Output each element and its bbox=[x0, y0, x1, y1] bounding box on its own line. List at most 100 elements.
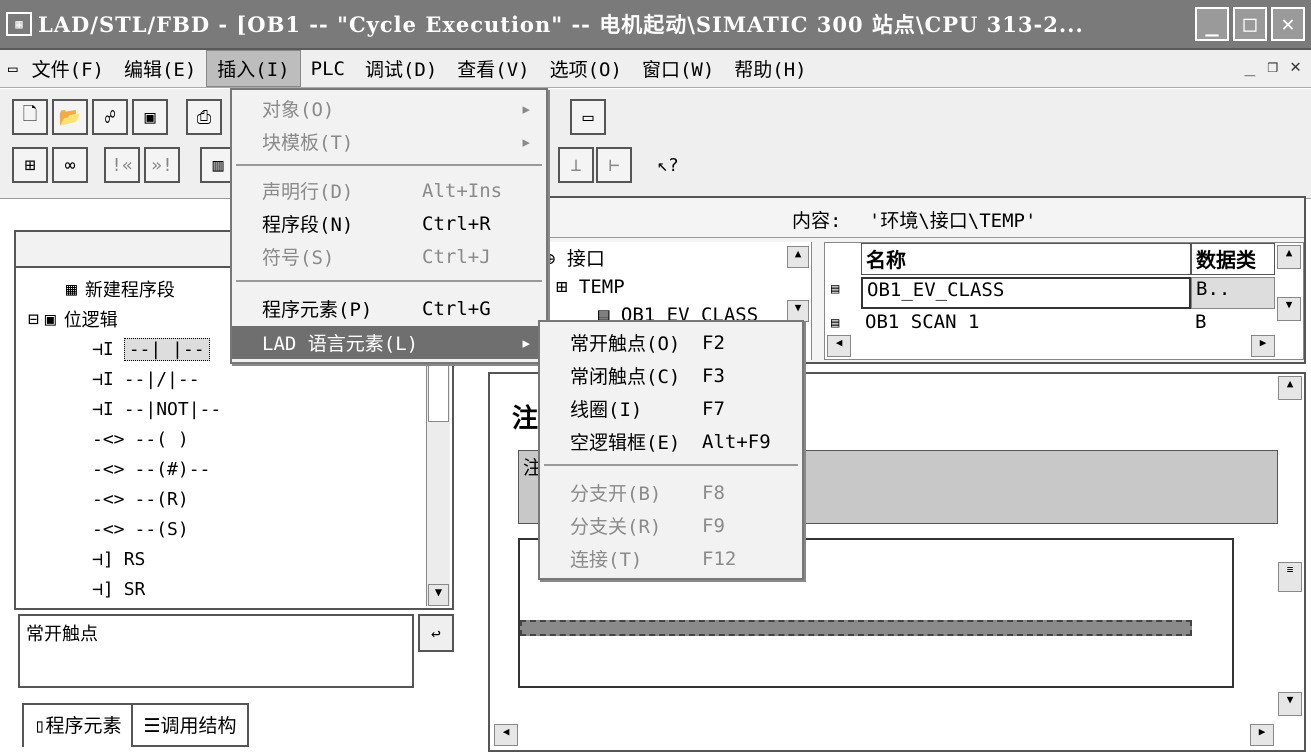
next-network-icon[interactable]: »! bbox=[144, 147, 180, 183]
content-label: 内容: '环境\接口\TEMP' bbox=[792, 210, 1037, 232]
menu-item-coil[interactable]: 线圈(I) F7 bbox=[540, 392, 802, 425]
scroll-left-icon[interactable]: ◀ bbox=[827, 335, 851, 357]
menu-options[interactable]: 选项(O) bbox=[540, 51, 632, 86]
menu-help[interactable]: 帮助(H) bbox=[724, 51, 816, 86]
table-cell-type[interactable]: B bbox=[1191, 311, 1275, 329]
menu-insert[interactable]: 插入(I) bbox=[206, 50, 301, 87]
menu-item-branch-open[interactable]: 分支开(B) F8 bbox=[540, 476, 802, 509]
left-tabs: ▯程序元素 ☰调用结构 bbox=[22, 703, 249, 747]
menu-item-nc-contact[interactable]: 常闭触点(C) F3 bbox=[540, 359, 802, 392]
scroll-right-icon[interactable]: ▶ bbox=[1250, 724, 1274, 746]
scroll-thumb[interactable] bbox=[428, 362, 449, 422]
element-description: 常开触点 bbox=[18, 614, 414, 688]
coil-icon: -<> bbox=[92, 428, 125, 450]
menu-item-empty-box[interactable]: 空逻辑框(E) Alt+F9 bbox=[540, 425, 802, 458]
declaration-table: 名称 数据类 ▤ OB1_EV_CLASS B.. ▤ OB1_SCAN_1 B… bbox=[824, 242, 1304, 360]
scroll-right-icon[interactable]: ▶ bbox=[1251, 335, 1275, 357]
coil-icon: -<> bbox=[92, 458, 125, 480]
folder-icon: ▣ bbox=[44, 308, 56, 330]
menu-separator bbox=[236, 164, 542, 166]
network-title: 注 bbox=[512, 404, 539, 434]
save-icon[interactable]: ▣ bbox=[132, 99, 168, 135]
tree-temp[interactable]: ⊞ TEMP bbox=[556, 276, 625, 298]
help-on-element-icon[interactable]: ↩ bbox=[418, 614, 454, 652]
menu-item-declaration-line[interactable]: 声明行(D) Alt+Ins bbox=[232, 174, 546, 207]
box-icon: ⊣] bbox=[92, 548, 114, 570]
scroll-down-icon[interactable]: ▼ bbox=[428, 584, 449, 606]
scroll-left-icon[interactable]: ◀ bbox=[494, 724, 518, 746]
menu-window[interactable]: 窗口(W) bbox=[632, 51, 724, 86]
collapse-icon[interactable]: ⊟ bbox=[28, 309, 39, 330]
menu-item-block-template[interactable]: 块模板(T) ▸ bbox=[232, 125, 546, 158]
mdi-restore-icon[interactable]: ❐ bbox=[1267, 56, 1278, 77]
mdi-minimize-icon[interactable]: _ bbox=[1244, 56, 1255, 77]
menu-separator bbox=[236, 280, 542, 282]
menu-item-connection[interactable]: 连接(T) F12 bbox=[540, 542, 802, 575]
scroll-down-icon[interactable]: ▼ bbox=[1278, 692, 1302, 716]
tree-item-sr[interactable]: ⊣] SR bbox=[92, 574, 145, 604]
menu-item-branch-close[interactable]: 分支关(R) F9 bbox=[540, 509, 802, 542]
scroll-thumb[interactable]: ≡ bbox=[1278, 562, 1302, 592]
title-bar: ▦ LAD/STL/FBD - [OB1 -- "Cycle Execution… bbox=[0, 0, 1311, 50]
coil-icon: -<> bbox=[92, 518, 125, 540]
contact-icon: ⊣I bbox=[92, 338, 114, 360]
monitor-icon[interactable]: ∞ bbox=[52, 147, 88, 183]
menu-plc[interactable]: PLC bbox=[301, 54, 355, 84]
menu-edit[interactable]: 编辑(E) bbox=[114, 51, 206, 86]
context-help-icon[interactable]: ↖? bbox=[650, 147, 686, 183]
row-icon: ▤ bbox=[831, 315, 840, 331]
tree-item-connector[interactable]: -<> --(#)-- bbox=[92, 454, 210, 484]
tree-item-reset[interactable]: -<> --(R) bbox=[92, 484, 189, 514]
mdi-close-icon[interactable]: ✕ bbox=[1290, 56, 1301, 77]
menu-item-program-elements[interactable]: 程序元素(P) Ctrl+G bbox=[232, 292, 546, 325]
branch-close-icon[interactable]: ⊢ bbox=[596, 147, 632, 183]
menu-item-symbol[interactable]: 符号(S) Ctrl+J bbox=[232, 240, 546, 273]
tree-item-coil[interactable]: -<> --( ) bbox=[92, 424, 189, 454]
accessible-nodes-icon[interactable]: ☍ bbox=[92, 99, 128, 135]
menu-file[interactable]: 文件(F) bbox=[22, 51, 114, 86]
scroll-down-icon[interactable]: ▼ bbox=[787, 300, 809, 322]
table-row[interactable]: OB1_SCAN_1 bbox=[861, 311, 1191, 329]
tab-call-structure[interactable]: ☰调用结构 bbox=[131, 703, 249, 747]
scroll-up-icon[interactable]: ▲ bbox=[1278, 376, 1302, 400]
minimize-button[interactable]: _ bbox=[1195, 7, 1229, 41]
menu-item-no-contact[interactable]: 常开触点(O) F2 bbox=[540, 326, 802, 359]
tree-item-nc-contact[interactable]: ⊣I --|/|-- bbox=[92, 364, 200, 394]
menu-item-network[interactable]: 程序段(N) Ctrl+R bbox=[232, 207, 546, 240]
col-name-header[interactable]: 名称 bbox=[861, 243, 1191, 275]
tree-item-new-network[interactable]: ▦ 新建程序段 bbox=[36, 274, 175, 304]
tab-program-elements[interactable]: ▯程序元素 bbox=[22, 703, 134, 747]
branch-open-icon[interactable]: ⊥ bbox=[558, 147, 594, 183]
menu-item-object[interactable]: 对象(O) ▸ bbox=[232, 92, 546, 125]
tree-item-not[interactable]: ⊣I --|NOT|-- bbox=[92, 394, 221, 424]
menu-debug[interactable]: 调试(D) bbox=[355, 51, 447, 86]
maximize-button[interactable]: □ bbox=[1233, 7, 1267, 41]
table-row[interactable]: OB1_EV_CLASS bbox=[861, 277, 1191, 309]
tree-item-no-contact[interactable]: ⊣I --| |-- bbox=[92, 334, 210, 364]
close-button[interactable]: ✕ bbox=[1271, 7, 1305, 41]
prev-network-icon[interactable]: !« bbox=[104, 147, 140, 183]
tree-item-set[interactable]: -<> --(S) bbox=[92, 514, 189, 544]
submenu-arrow-icon: ▸ bbox=[520, 97, 532, 120]
ladder-rung[interactable] bbox=[520, 620, 1192, 636]
open-folder-icon[interactable]: 📂 bbox=[52, 99, 88, 135]
menu-view[interactable]: 查看(V) bbox=[447, 51, 539, 86]
online-icon[interactable]: ⊞ bbox=[12, 147, 48, 183]
tree-interface[interactable]: ⊕ 接口 bbox=[544, 244, 605, 271]
scroll-down-icon[interactable]: ▼ bbox=[1277, 297, 1301, 321]
structure-icon: ☰ bbox=[143, 715, 161, 737]
print-icon[interactable]: ⎙ bbox=[186, 99, 222, 135]
table-cell-type[interactable]: B.. bbox=[1191, 277, 1275, 309]
tree-item-bit-logic[interactable]: ⊟ ▣ 位逻辑 bbox=[28, 304, 118, 334]
col-type-header[interactable]: 数据类 bbox=[1191, 243, 1275, 275]
temp-icon: ⊞ bbox=[556, 276, 568, 298]
menu-item-lad-elements[interactable]: LAD 语言元素(L) ▸ bbox=[232, 326, 546, 359]
menu-separator bbox=[544, 464, 798, 466]
scroll-up-icon[interactable]: ▲ bbox=[787, 246, 809, 268]
doc-icon[interactable]: ▭ bbox=[8, 59, 18, 78]
scroll-up-icon[interactable]: ▲ bbox=[1277, 245, 1301, 269]
tree-item-rs[interactable]: ⊣] RS bbox=[92, 544, 145, 574]
new-file-icon[interactable]: 🗋 bbox=[12, 99, 48, 135]
app-icon: ▦ bbox=[6, 12, 32, 36]
comment-toggle-icon[interactable]: ▭ bbox=[570, 99, 606, 135]
